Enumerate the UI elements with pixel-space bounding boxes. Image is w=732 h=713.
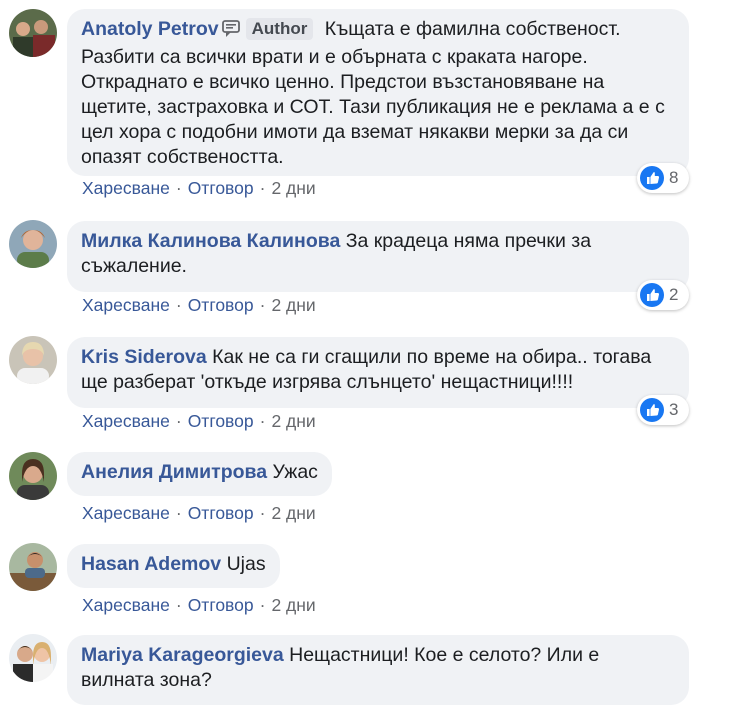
reaction-summary[interactable]: 3 <box>637 395 689 425</box>
reply-button[interactable]: Отговор <box>188 503 254 523</box>
comment-text: Къщата е фамилна собственост. Разбити са… <box>81 18 665 168</box>
comment-actions: Харесване · Отговор · 2 дни <box>82 595 316 616</box>
separator: · <box>259 295 266 315</box>
comment-text: Ужас <box>272 461 318 483</box>
avatar[interactable] <box>9 452 57 500</box>
comment-actions: Харесване · Отговор · 2 дни <box>82 411 316 432</box>
separator: · <box>259 411 266 431</box>
separator: · <box>259 178 266 198</box>
comment-bubble: Anatoly Petrov Author Къщата е фамилна со… <box>67 9 689 176</box>
reply-button[interactable]: Отговор <box>188 411 254 431</box>
like-button[interactable]: Харесване <box>82 595 170 615</box>
comment-bubble: Hasan Ademov Ujas <box>67 544 280 588</box>
separator: · <box>175 411 182 431</box>
author-name[interactable]: Mariya Karageorgieva <box>81 644 284 666</box>
author-name[interactable]: Anatoly Petrov <box>81 18 219 40</box>
comment-bubble: Kris Siderova Как не са ги сгащили по вр… <box>67 337 689 408</box>
comment-bubble: Анелия Димитрова Ужас <box>67 452 332 496</box>
author-name[interactable]: Анелия Димитрова <box>81 461 267 483</box>
timestamp[interactable]: 2 дни <box>271 595 315 615</box>
like-button[interactable]: Харесване <box>82 295 170 315</box>
like-button[interactable]: Харесване <box>82 178 170 198</box>
like-button[interactable]: Харесване <box>82 411 170 431</box>
timestamp[interactable]: 2 дни <box>271 178 315 198</box>
avatar[interactable] <box>9 9 57 57</box>
separator: · <box>175 503 182 523</box>
avatar[interactable] <box>9 336 57 384</box>
speech-bubble-icon <box>221 20 242 45</box>
comment-bubble: Mariya Karageorgieva Нещастници! Кое е с… <box>67 635 689 705</box>
timestamp[interactable]: 2 дни <box>271 411 315 431</box>
reply-button[interactable]: Отговор <box>188 295 254 315</box>
reaction-count: 3 <box>669 400 679 419</box>
author-name[interactable]: Hasan Ademov <box>81 553 221 575</box>
author-name[interactable]: Kris Siderova <box>81 346 207 368</box>
reaction-summary[interactable]: 2 <box>637 280 689 310</box>
reaction-count: 8 <box>669 168 679 187</box>
author-name[interactable]: Милка Калинова Калинова <box>81 230 340 252</box>
separator: · <box>175 295 182 315</box>
like-icon <box>640 283 664 307</box>
reply-button[interactable]: Отговор <box>188 595 254 615</box>
comment-text: Ujas <box>226 553 266 575</box>
separator: · <box>259 503 266 523</box>
comment-actions: Харесване · Отговор · 2 дни <box>82 178 316 199</box>
reply-button[interactable]: Отговор <box>188 178 254 198</box>
timestamp[interactable]: 2 дни <box>271 503 315 523</box>
like-button[interactable]: Харесване <box>82 503 170 523</box>
like-icon <box>640 166 664 190</box>
comment-actions: Харесване · Отговор · 2 дни <box>82 503 316 524</box>
author-badge: Author <box>245 18 314 40</box>
comment-bubble: Милка Калинова Калинова За крадеца няма … <box>67 221 689 292</box>
reaction-summary[interactable]: 8 <box>637 163 689 193</box>
avatar[interactable] <box>9 634 57 682</box>
like-icon <box>640 398 664 422</box>
separator: · <box>259 595 266 615</box>
separator: · <box>175 178 182 198</box>
reaction-count: 2 <box>669 285 679 304</box>
comment-actions: Харесване · Отговор · 2 дни <box>82 295 316 316</box>
avatar[interactable] <box>9 543 57 591</box>
avatar[interactable] <box>9 220 57 268</box>
separator: · <box>175 595 182 615</box>
timestamp[interactable]: 2 дни <box>271 295 315 315</box>
